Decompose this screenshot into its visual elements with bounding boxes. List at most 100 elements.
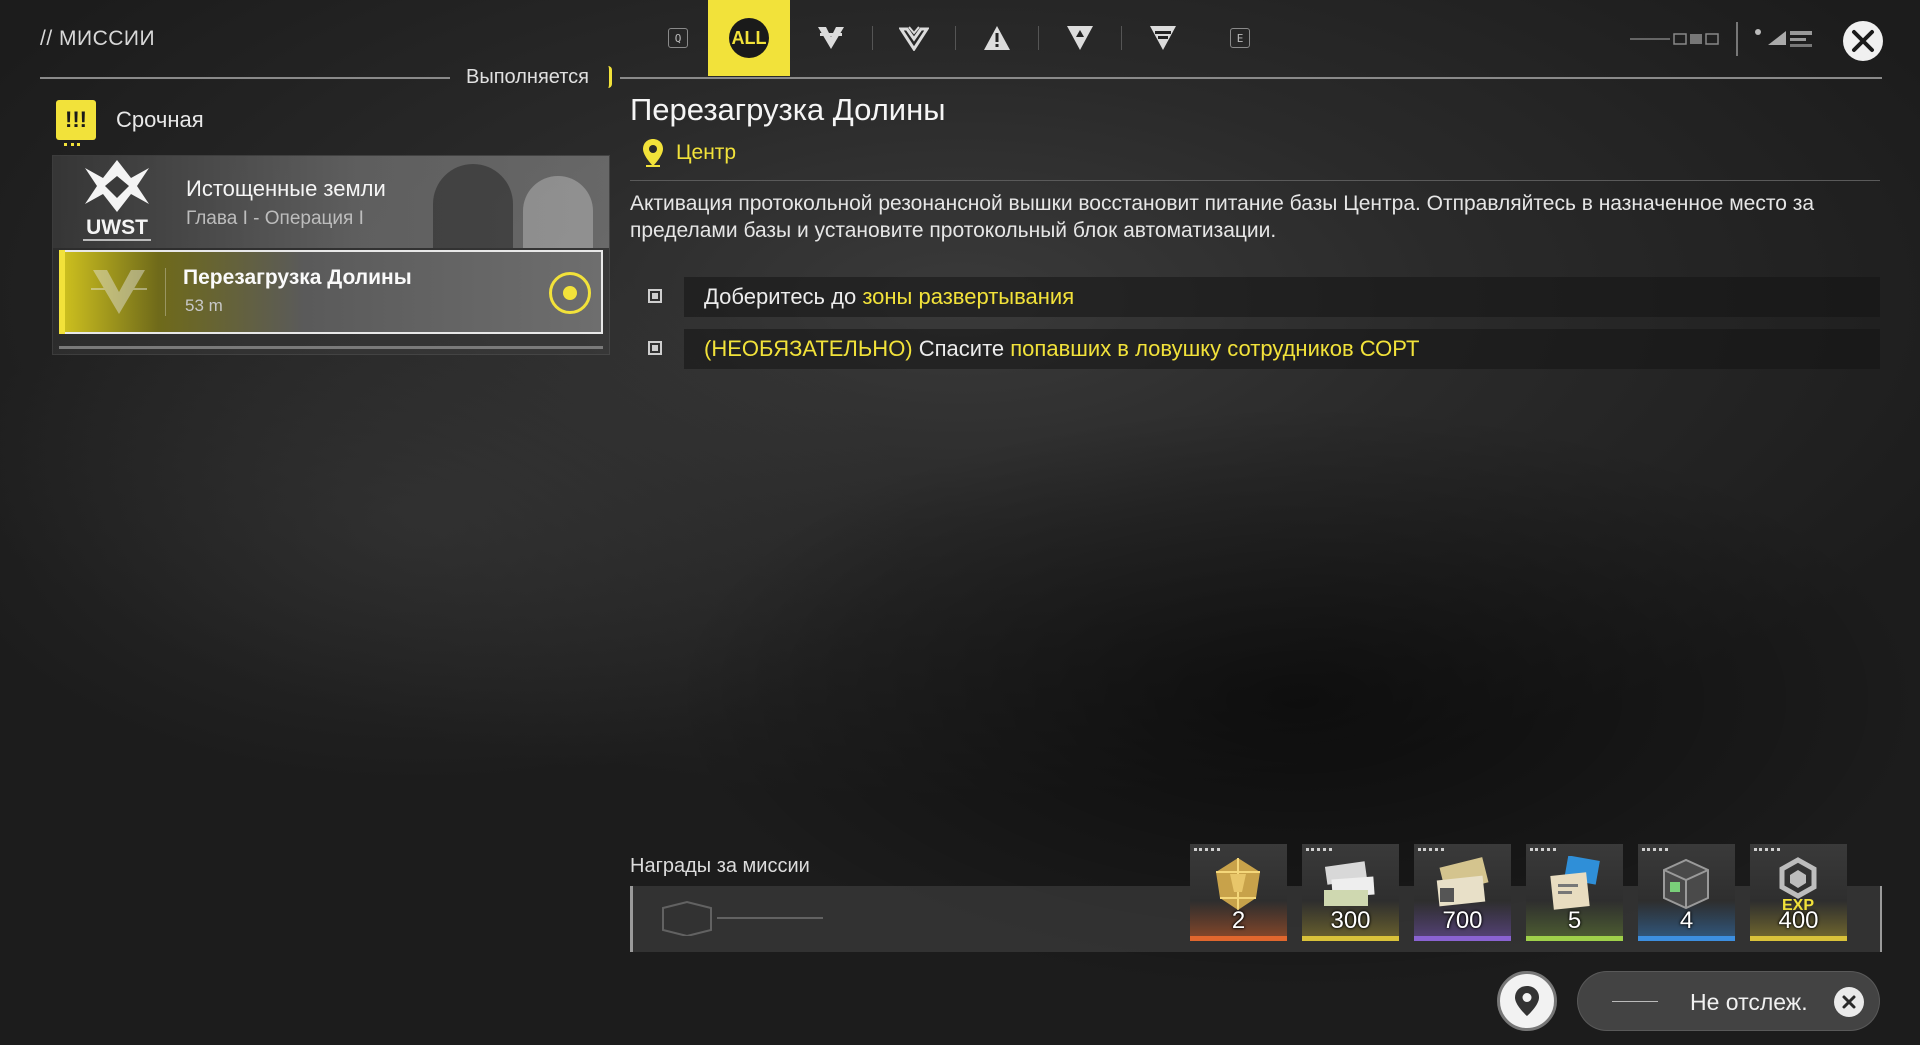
chapter-card: UWST Истощенные земли Глава I - Операция… (53, 156, 609, 248)
signal-status-icon (1630, 33, 1719, 45)
reward-item[interactable]: 700 (1414, 844, 1511, 941)
reward-quantity: 700 (1442, 907, 1483, 934)
objective-item-optional: (НЕОБЯЗАТЕЛЬНО) Спасите попавших в ловуш… (684, 329, 1880, 369)
objective-item: Доберитесь до зоны развертывания (684, 277, 1880, 317)
mission-location: Центр (642, 138, 736, 168)
map-pin-icon (1515, 986, 1539, 1016)
objective-checkbox-icon (648, 289, 662, 303)
uwst-logo-icon: UWST (83, 160, 151, 241)
rewards-label: Награды за миссии (630, 855, 810, 877)
hud-indicators (1630, 22, 1818, 56)
reward-quantity: 400 (1778, 907, 1819, 934)
reward-quantity: 4 (1679, 907, 1694, 934)
reward-item[interactable]: 300 (1302, 844, 1399, 941)
rarity-bar (1526, 936, 1623, 941)
mission-list-panel: UWST Истощенные земли Глава I - Операция… (52, 155, 610, 355)
mission-category-header: !!! Срочная (56, 100, 204, 146)
credit-tickets-icon (1324, 861, 1375, 906)
all-missions-icon: ALL (729, 18, 769, 58)
untrack-label: Не отслеж. (1690, 989, 1808, 1015)
objective-highlight: зоны развертывания (862, 284, 1075, 309)
side-mission-icon (984, 26, 1010, 50)
story-mission-icon (818, 27, 844, 49)
page-title: // МИССИИ (40, 27, 156, 50)
exp-token-icon: EXP (1779, 857, 1817, 912)
mission-description: Активация протокольной резонансной вышки… (630, 192, 1815, 242)
tab-faction-missions[interactable] (873, 0, 955, 76)
untrack-mission-button[interactable]: Не отслеж. (1577, 971, 1880, 1031)
detail-divider (630, 180, 1880, 181)
tab-story-missions[interactable] (790, 0, 872, 76)
tier-indicator (1530, 848, 1556, 851)
objective-checkbox-icon (648, 341, 662, 355)
voucher-stack-icon (1436, 857, 1489, 907)
reward-item[interactable]: 2 (1190, 844, 1287, 941)
show-on-map-button[interactable] (1497, 971, 1557, 1031)
chapter-subtitle: Глава I - Операция I (186, 208, 364, 229)
rarity-bar (1302, 936, 1399, 941)
chapter-title: Истощенные земли (186, 176, 386, 201)
location-label: Центр (676, 141, 737, 164)
tier-indicator (1306, 848, 1332, 851)
tier-indicator (1642, 848, 1668, 851)
svg-text:UWST: UWST (86, 216, 148, 239)
key-hint-q: Q (668, 28, 688, 48)
battery-status-icon (1755, 29, 1812, 47)
gold-crystal-icon (1216, 858, 1260, 910)
status-bracket (608, 66, 612, 88)
tier-indicator (1754, 848, 1780, 851)
tracking-target-icon[interactable] (549, 272, 591, 314)
reward-quantity: 2 (1231, 907, 1246, 934)
event-mission-icon (1067, 26, 1093, 50)
panel-divider (59, 346, 603, 349)
close-icon (1852, 30, 1874, 52)
story-mission-icon (91, 270, 147, 314)
reward-quantity: 5 (1567, 907, 1582, 934)
hud-divider (1736, 22, 1738, 56)
tab-daily-missions[interactable] (1122, 0, 1204, 76)
item-separator (165, 268, 166, 316)
reward-item[interactable]: 4 (1638, 844, 1735, 941)
tier-indicator (1418, 848, 1444, 851)
mission-item-distance: 53 m (185, 296, 223, 315)
reward-item[interactable]: 5 (1526, 844, 1623, 941)
mission-status-label: Выполняется (466, 66, 589, 88)
untrack-decor-line (1612, 1001, 1658, 1002)
reward-quantity: 300 (1330, 907, 1371, 934)
objective-highlight: попавших в ловушку сотрудников СОРТ (1010, 336, 1420, 361)
mission-item-title: Перезагрузка Долины (183, 266, 412, 289)
faction-mission-icon (899, 26, 929, 51)
rarity-bar (1190, 936, 1287, 941)
reward-item[interactable]: EXP 400 (1750, 844, 1847, 941)
rarity-bar (1414, 936, 1511, 941)
selection-indicator (59, 250, 65, 334)
rewards-strip-end (1880, 886, 1882, 952)
location-pin-icon (643, 139, 663, 167)
objective-text: Спасите (912, 336, 1011, 361)
objective-text: Доберитесь до (704, 284, 863, 309)
reward-items-list: 2 300 700 5 4 EXP 400 (1190, 844, 1847, 941)
header-divider-right (620, 77, 1882, 79)
key-hint-e: E (1230, 28, 1250, 48)
tab-event-missions[interactable] (1039, 0, 1121, 76)
daily-mission-icon (1150, 26, 1176, 50)
chapter-art-character (523, 176, 593, 248)
rarity-bar (1638, 936, 1735, 941)
mission-list-item-selected[interactable]: Перезагрузка Долины 53 m (59, 250, 603, 334)
objective-optional-tag: (НЕОБЯЗАТЕЛЬНО) (704, 336, 913, 361)
header-divider-left (40, 77, 450, 79)
reward-crate-icon (662, 900, 823, 936)
chapter-art-character (433, 164, 513, 248)
mission-detail-title: Перезагрузка Долины (630, 92, 946, 127)
tab-side-missions[interactable] (956, 0, 1038, 76)
tab-all-missions[interactable]: ALL (708, 0, 790, 76)
tier-indicator (1194, 848, 1220, 851)
close-button[interactable] (1843, 21, 1883, 61)
exp-card-icon (1550, 856, 1600, 910)
urgent-category-icon: !!! (56, 100, 96, 146)
module-crate-icon (1663, 858, 1709, 910)
mission-filter-bar: Q ALL E (660, 0, 1250, 76)
close-icon (1834, 987, 1864, 1017)
rarity-bar (1750, 936, 1847, 941)
category-label: Срочная (116, 107, 204, 132)
